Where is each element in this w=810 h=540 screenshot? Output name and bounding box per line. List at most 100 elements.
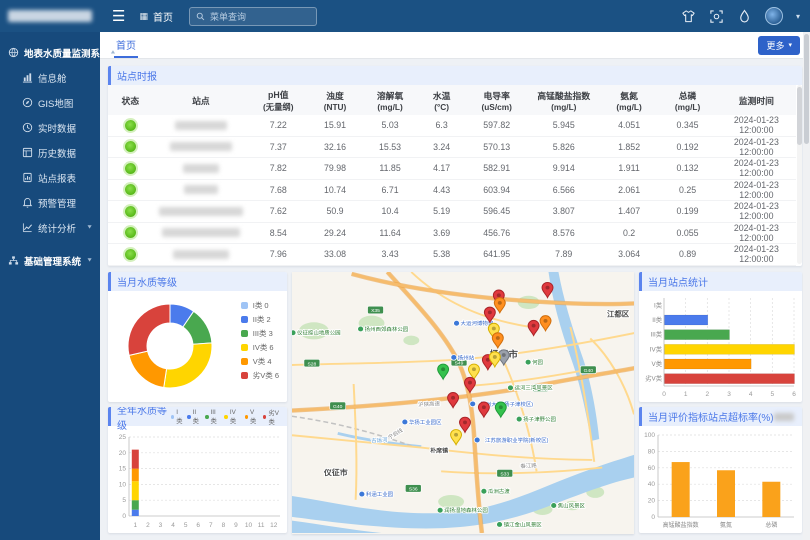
value-cell: 6.566 [528, 185, 600, 195]
sidebar-item-label: 实时数据 [38, 121, 76, 135]
exceed-bar-高锰酸盐指数[interactable] [672, 462, 690, 517]
exceed-bar-氨氮[interactable] [717, 470, 735, 517]
value-cell: 1.911 [600, 163, 658, 173]
legend-item[interactable]: II类 [187, 409, 201, 425]
value-cell: 0.345 [658, 120, 716, 130]
home-breadcrumb[interactable]: ▦ 首页 [139, 9, 173, 24]
svg-text:5: 5 [771, 391, 775, 398]
column-header: 总磷(mg/L) [658, 89, 716, 112]
station-name-cell [153, 228, 249, 237]
table-row[interactable]: 7.2215.915.036.3597.825.9454.0510.345202… [108, 115, 796, 137]
stacked-bar-segment-IV类[interactable] [132, 481, 139, 500]
legend-dot [187, 415, 190, 419]
left-column: 当月水质等级 I类 0II类 2III类 3IV类 6V类 4劣V类 6 全年水… [108, 272, 287, 534]
hbar-劣V类[interactable] [665, 374, 795, 384]
value-cell: 7.37 [249, 142, 307, 152]
blurred-station-name [175, 121, 227, 130]
sidebar-item-root-system[interactable]: 地表水质量监测系统▲ [0, 40, 100, 65]
exceed-bar-总磷[interactable] [762, 482, 780, 517]
month-station-stats-panel: 当月站点统计 0123456I类II类III类IV类V类劣V类 [639, 272, 802, 402]
donut-slice-V类[interactable] [129, 351, 167, 387]
table-row[interactable]: 7.3732.1615.533.24570.135.8261.8520.1922… [108, 137, 796, 159]
blurred-link[interactable] [774, 413, 794, 421]
legend-item[interactable]: 劣V类 [263, 408, 283, 426]
table-scrollbar[interactable] [797, 85, 802, 264]
stacked-bar-segment-II类[interactable] [132, 510, 139, 516]
panel-title-text: 站点时报 [117, 68, 157, 83]
more-chevron-down-icon: ▾ [788, 41, 792, 49]
donut-slice-劣V类[interactable] [128, 304, 170, 355]
history-icon [22, 147, 33, 158]
legend-item[interactable]: III类 [205, 409, 220, 425]
user-menu-chevron-down-icon[interactable]: ▾ [796, 12, 800, 21]
table-row[interactable]: 7.9633.083.435.38641.957.893.0640.892024… [108, 244, 796, 266]
legend-label: II类 2 [253, 314, 271, 325]
value-cell: 8.54 [249, 228, 307, 238]
panel-title-text: 当月水质等级 [117, 274, 177, 289]
stacked-bar-segment-劣V类[interactable] [132, 450, 139, 469]
hbar-III类[interactable] [665, 330, 730, 340]
sidebar-item-trend[interactable]: 统计分析▼ [0, 215, 100, 240]
station-table: 状态站点pH值(无量纲)浊度(NTU)溶解氧(mg/L)水温(°C)电导率(uS… [108, 85, 796, 266]
dashboard-content: 站点时报 状态站点pH值(无量纲)浊度(NTU)溶解氧(mg/L)水温(°C)电… [100, 59, 810, 540]
sidebar-item-gis[interactable]: GIS地图 [0, 90, 100, 115]
legend-dot [263, 415, 266, 419]
sidebar-item-bars[interactable]: 信息舱 [0, 65, 100, 90]
sidebar-collapse-icon[interactable]: ☰ [112, 7, 125, 25]
table-row[interactable]: 8.5429.2411.643.69456.768.5760.20.055202… [108, 223, 796, 245]
value-cell: 11.64 [363, 228, 418, 238]
user-avatar[interactable] [765, 7, 783, 25]
legend-item[interactable]: 劣V类 6 [241, 368, 279, 382]
map-label: 扬州西郊森林公园 [365, 325, 409, 333]
legend-item[interactable]: IV类 6 [241, 340, 279, 354]
table-row[interactable]: 7.6250.910.45.19596.453.8071.4070.199202… [108, 201, 796, 223]
value-cell: 4.17 [418, 163, 466, 173]
value-cell: 0.192 [658, 142, 716, 152]
flame-icon[interactable] [737, 9, 752, 24]
legend-swatch [241, 372, 248, 379]
legend-dot [224, 415, 227, 419]
value-cell: 9.914 [528, 163, 600, 173]
report-icon [22, 172, 33, 183]
panel-title-text: 当月评价指标站点超标率(%) [648, 409, 774, 424]
table-row[interactable]: 7.8279.9811.854.17582.919.9141.9110.1322… [108, 158, 796, 180]
stacked-bar-segment-III类[interactable] [132, 500, 139, 509]
more-button[interactable]: 更多 ▾ [758, 36, 800, 55]
legend-item[interactable]: V类 [245, 409, 259, 425]
svg-text:15: 15 [119, 466, 127, 473]
map-label: 华扬工业园区 [409, 418, 442, 426]
theme-skin-icon[interactable] [681, 9, 696, 24]
table-row[interactable]: 7.6810.746.714.43603.946.5662.0610.25202… [108, 180, 796, 202]
value-cell: 3.43 [363, 249, 418, 259]
tab-home[interactable]: 首页 [114, 32, 138, 58]
sidebar-item-report[interactable]: 站点报表 [0, 165, 100, 190]
sidebar-item-label: 预警管理 [38, 196, 76, 210]
sidebar-item-alert[interactable]: 预警管理 [0, 190, 100, 215]
menu-search-input[interactable]: 菜单查询 [189, 7, 317, 26]
hbar-IV类[interactable] [665, 344, 795, 354]
hbar-II类[interactable] [665, 315, 708, 325]
donut-slice-IV类[interactable] [164, 343, 212, 388]
status-dot-normal [125, 249, 136, 260]
screenshot-icon[interactable] [709, 9, 724, 24]
blurred-station-name [183, 164, 219, 173]
value-cell: 0.132 [658, 163, 716, 173]
svg-text:0: 0 [651, 514, 655, 521]
stacked-bar-segment-V类[interactable] [132, 469, 139, 482]
svg-text:4: 4 [171, 522, 175, 529]
sidebar-item-history[interactable]: 历史数据 [0, 140, 100, 165]
sidebar-item-clock[interactable]: 实时数据 [0, 115, 100, 140]
topbar-actions: ▾ [681, 7, 810, 25]
legend-item[interactable]: III类 3 [241, 326, 279, 340]
page-scrollbar[interactable] [803, 32, 810, 540]
sidebar-item-org[interactable]: 基础管理系统▼ [0, 248, 100, 273]
legend-item[interactable]: V类 4 [241, 354, 279, 368]
map-label: 江苏旅游职业学院(新校区) [485, 436, 549, 444]
legend-item[interactable]: IV类 [224, 409, 240, 425]
legend-item[interactable]: II类 2 [241, 312, 279, 326]
svg-text:氨氮: 氨氮 [720, 521, 732, 529]
legend-item[interactable]: I类 [171, 409, 183, 425]
map-canvas[interactable]: G40G40S49X35S28S36S33S53沪陕高速宁启线春江路古运河大运河… [292, 272, 634, 534]
legend-item[interactable]: I类 0 [241, 298, 279, 312]
hbar-V类[interactable] [665, 359, 752, 369]
